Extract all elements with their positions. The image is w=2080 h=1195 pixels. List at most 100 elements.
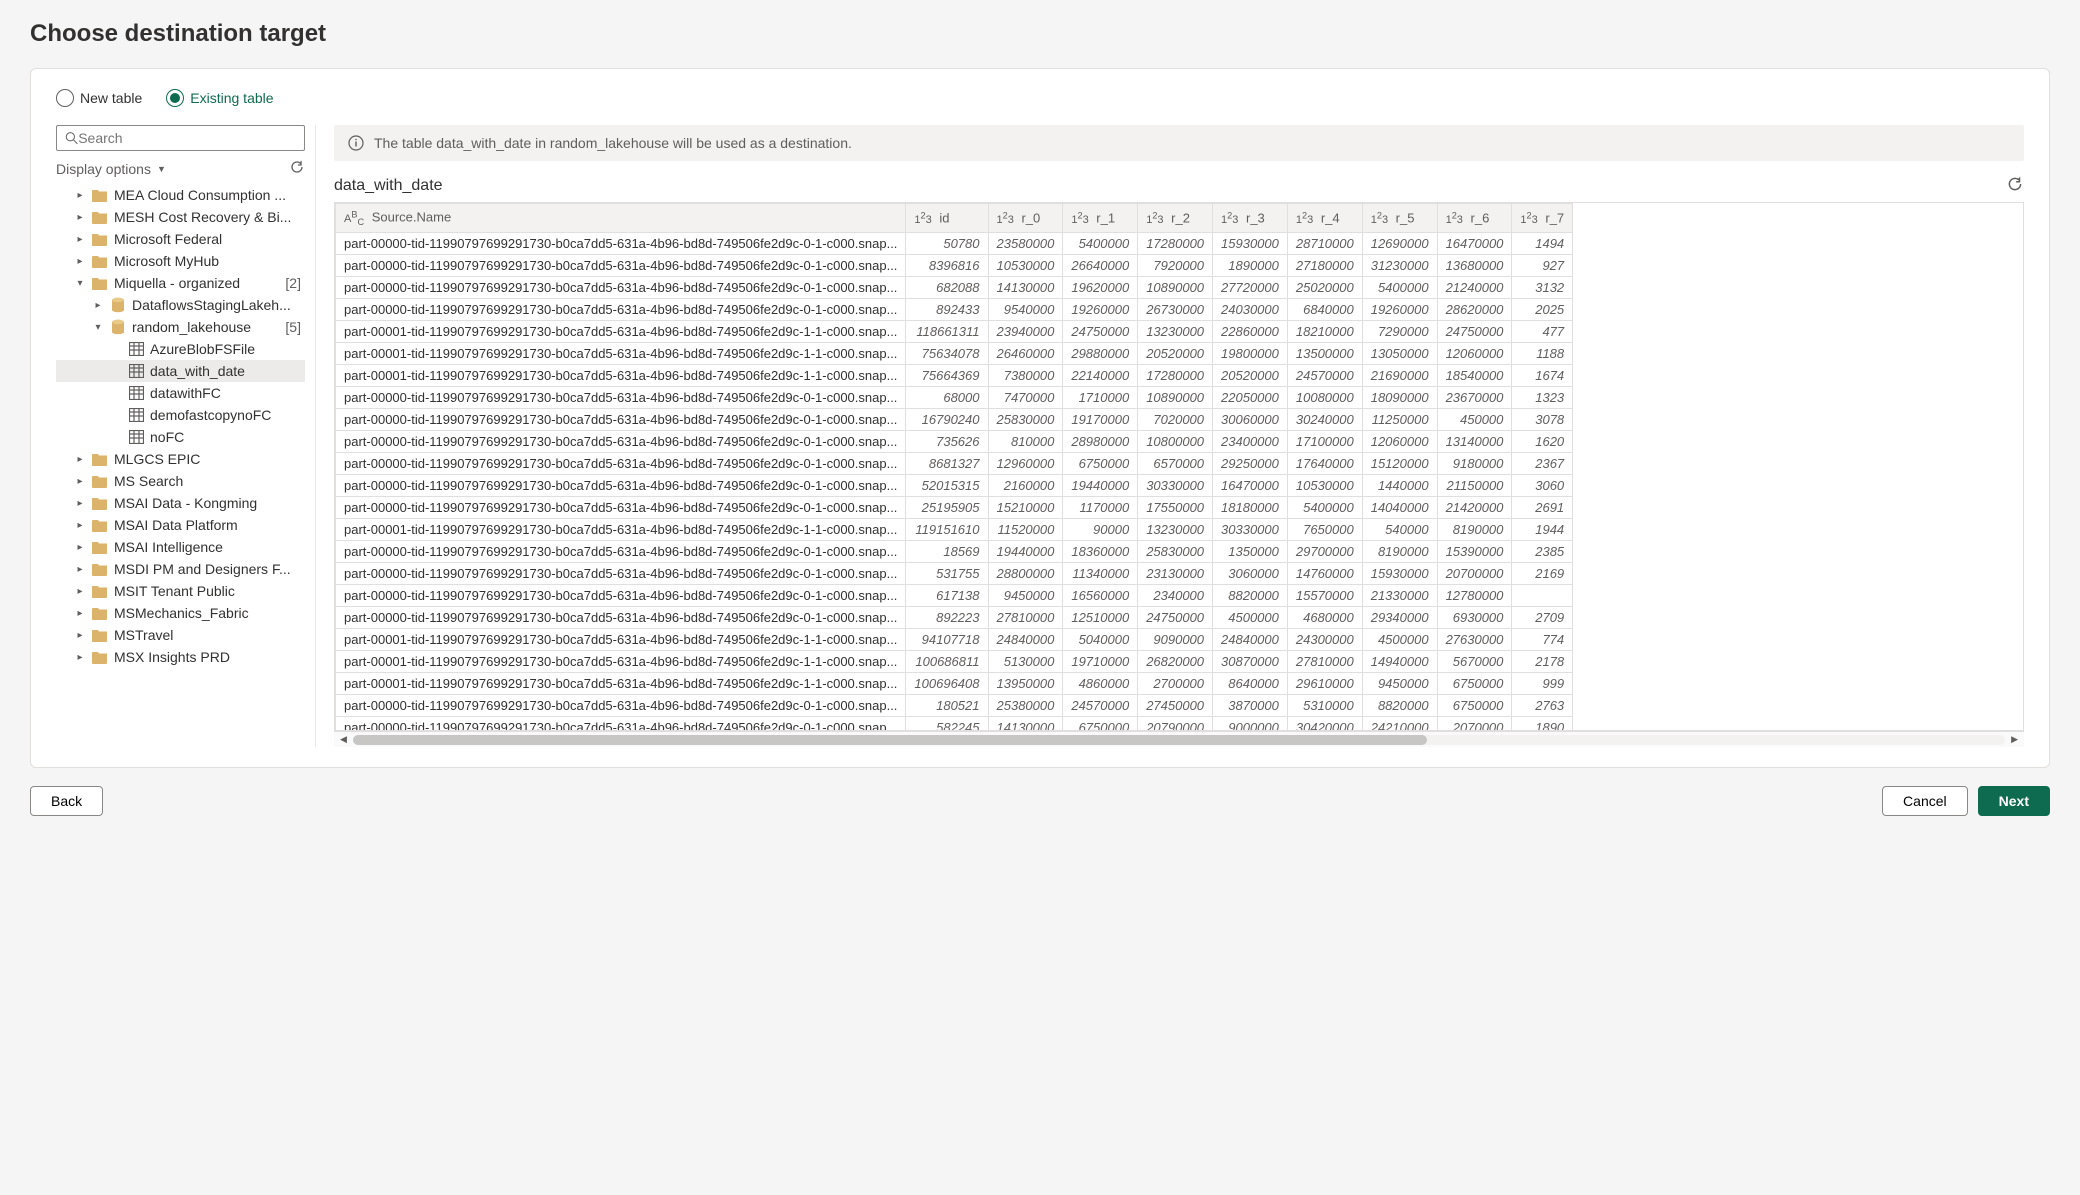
column-header-id[interactable]: 123 id: [906, 204, 988, 233]
table-row[interactable]: part-00000-tid-11990797699291730-b0ca7dd…: [336, 430, 1573, 452]
table-row[interactable]: part-00000-tid-11990797699291730-b0ca7dd…: [336, 496, 1573, 518]
tree-item-msai-intelligence[interactable]: ▸ MSAI Intelligence: [56, 536, 305, 558]
table-cell: 6750000: [1063, 452, 1138, 474]
tree-item-datawithfc[interactable]: datawithFC: [56, 382, 305, 404]
tree-item-azureblobfsfile[interactable]: AzureBlobFSFile: [56, 338, 305, 360]
table-row[interactable]: part-00000-tid-11990797699291730-b0ca7dd…: [336, 540, 1573, 562]
tree-item-demofastcopynofc[interactable]: demofastcopynoFC: [56, 404, 305, 426]
table-cell: 1710000: [1063, 386, 1138, 408]
number-type-icon: 123: [1520, 214, 1537, 226]
tree-refresh-button[interactable]: [289, 159, 305, 178]
table-row[interactable]: part-00000-tid-11990797699291730-b0ca7dd…: [336, 232, 1573, 254]
cancel-button[interactable]: Cancel: [1882, 786, 1968, 816]
tree-item-mesh-cost-recovery-bi[interactable]: ▸MESH Cost Recovery & Bi...: [56, 206, 305, 228]
scrollbar-thumb[interactable]: [353, 735, 1427, 745]
caret-down-icon[interactable]: ▾: [74, 278, 86, 289]
table-row[interactable]: part-00001-tid-11990797699291730-b0ca7dd…: [336, 364, 1573, 386]
tree-item-mlgcs-epic[interactable]: ▸MLGCS EPIC: [56, 448, 305, 470]
table-row[interactable]: part-00001-tid-11990797699291730-b0ca7dd…: [336, 320, 1573, 342]
table-row[interactable]: part-00001-tid-11990797699291730-b0ca7dd…: [336, 628, 1573, 650]
column-header-r-3[interactable]: 123 r_3: [1213, 204, 1288, 233]
table-row[interactable]: part-00000-tid-11990797699291730-b0ca7dd…: [336, 716, 1573, 731]
table-row[interactable]: part-00000-tid-11990797699291730-b0ca7dd…: [336, 276, 1573, 298]
caret-right-icon[interactable]: ▸: [74, 498, 86, 509]
display-options-dropdown[interactable]: Display options ▼: [56, 161, 166, 177]
caret-right-icon[interactable]: ▸: [74, 212, 86, 223]
info-icon: [348, 135, 364, 151]
column-header-r-5[interactable]: 123 r_5: [1362, 204, 1437, 233]
data-table-container[interactable]: ABC Source.Name123 id123 r_0123 r_1123 r…: [334, 202, 2024, 731]
tree-item-msx-insights-prd[interactable]: ▸MSX Insights PRD: [56, 646, 305, 668]
table-row[interactable]: part-00000-tid-11990797699291730-b0ca7dd…: [336, 452, 1573, 474]
caret-right-icon[interactable]: ▸: [74, 190, 86, 201]
table-row[interactable]: part-00000-tid-11990797699291730-b0ca7dd…: [336, 584, 1573, 606]
table-row[interactable]: part-00000-tid-11990797699291730-b0ca7dd…: [336, 408, 1573, 430]
column-header-r-6[interactable]: 123 r_6: [1437, 204, 1512, 233]
table-row[interactable]: part-00000-tid-11990797699291730-b0ca7dd…: [336, 606, 1573, 628]
tree-item-msai-data-kongming[interactable]: ▸MSAI Data - Kongming: [56, 492, 305, 514]
horizontal-scrollbar[interactable]: ◀ ▶: [334, 731, 2024, 747]
scroll-right-icon[interactable]: ▶: [2011, 734, 2018, 745]
table-row[interactable]: part-00000-tid-11990797699291730-b0ca7dd…: [336, 386, 1573, 408]
tree-item-label: MSAI Intelligence: [114, 539, 305, 555]
tree-item-miquella-organized[interactable]: ▾Miquella - organized[2]: [56, 272, 305, 294]
table-cell: 15570000: [1287, 584, 1362, 606]
table-row[interactable]: part-00000-tid-11990797699291730-b0ca7dd…: [336, 254, 1573, 276]
tree-item-nofc[interactable]: noFC: [56, 426, 305, 448]
column-header-r-1[interactable]: 123 r_1: [1063, 204, 1138, 233]
table-row[interactable]: part-00000-tid-11990797699291730-b0ca7dd…: [336, 298, 1573, 320]
caret-right-icon[interactable]: ▸: [74, 608, 86, 619]
tree-item-mstravel[interactable]: ▸MSTravel: [56, 624, 305, 646]
tree-item-random-lakehouse[interactable]: ▾random_lakehouse[5]: [56, 316, 305, 338]
caret-right-icon[interactable]: ▸: [74, 256, 86, 267]
caret-right-icon[interactable]: ▸: [74, 520, 86, 531]
table-row[interactable]: part-00000-tid-11990797699291730-b0ca7dd…: [336, 694, 1573, 716]
search-input[interactable]: [78, 130, 296, 146]
tree-item-msai-data-platform[interactable]: ▸MSAI Data Platform: [56, 514, 305, 536]
next-button[interactable]: Next: [1978, 786, 2050, 816]
back-button[interactable]: Back: [30, 786, 103, 816]
column-header-r-7[interactable]: 123 r_7: [1512, 204, 1573, 233]
scrollbar-track[interactable]: [353, 735, 2005, 745]
caret-right-icon[interactable]: ▸: [74, 476, 86, 487]
table-refresh-button[interactable]: [2006, 175, 2024, 196]
column-header-r-4[interactable]: 123 r_4: [1287, 204, 1362, 233]
tree-item-dataflowsstaginglakeh[interactable]: ▸DataflowsStagingLakeh...: [56, 294, 305, 316]
column-header-r-2[interactable]: 123 r_2: [1138, 204, 1213, 233]
tree-item-microsoft-federal[interactable]: ▸Microsoft Federal: [56, 228, 305, 250]
table-row[interactable]: part-00001-tid-11990797699291730-b0ca7dd…: [336, 650, 1573, 672]
table-cell: 75664369: [906, 364, 988, 386]
table-row[interactable]: part-00000-tid-11990797699291730-b0ca7dd…: [336, 562, 1573, 584]
tree-item-msdi-pm-and-designers-f[interactable]: ▸MSDI PM and Designers F...: [56, 558, 305, 580]
caret-right-icon[interactable]: ▸: [74, 542, 86, 553]
table-row[interactable]: part-00001-tid-11990797699291730-b0ca7dd…: [336, 342, 1573, 364]
table-row[interactable]: part-00001-tid-11990797699291730-b0ca7dd…: [336, 672, 1573, 694]
caret-right-icon[interactable]: ▸: [92, 300, 104, 311]
caret-right-icon[interactable]: ▸: [74, 564, 86, 575]
caret-right-icon[interactable]: ▸: [74, 454, 86, 465]
caret-right-icon[interactable]: ▸: [74, 586, 86, 597]
table-cell: 13230000: [1138, 518, 1213, 540]
table-cell: 15210000: [988, 496, 1063, 518]
search-box[interactable]: [56, 125, 305, 151]
caret-down-icon[interactable]: ▾: [92, 322, 104, 333]
caret-right-icon[interactable]: ▸: [74, 630, 86, 641]
tree-item-ms-search[interactable]: ▸MS Search: [56, 470, 305, 492]
tree-item-msit-tenant-public[interactable]: ▸MSIT Tenant Public: [56, 580, 305, 602]
tree-item-msmechanics-fabric[interactable]: ▸MSMechanics_Fabric: [56, 602, 305, 624]
new-table-radio[interactable]: New table: [56, 89, 142, 107]
scroll-left-icon[interactable]: ◀: [340, 734, 347, 745]
tree-item-mea-cloud-consumption[interactable]: ▸MEA Cloud Consumption ...: [56, 184, 305, 206]
caret-right-icon[interactable]: ▸: [74, 234, 86, 245]
column-header-source-name[interactable]: ABC Source.Name: [336, 204, 906, 233]
table-cell: 16790240: [906, 408, 988, 430]
caret-right-icon[interactable]: ▸: [74, 652, 86, 663]
table-row[interactable]: part-00001-tid-11990797699291730-b0ca7dd…: [336, 518, 1573, 540]
table-row[interactable]: part-00000-tid-11990797699291730-b0ca7dd…: [336, 474, 1573, 496]
tree-item-data-with-date[interactable]: data_with_date: [56, 360, 305, 382]
tree-item-microsoft-myhub[interactable]: ▸Microsoft MyHub: [56, 250, 305, 272]
column-header-r-0[interactable]: 123 r_0: [988, 204, 1063, 233]
existing-table-radio[interactable]: Existing table: [166, 89, 273, 107]
navigator-tree[interactable]: ▸MEA Cloud Consumption ...▸MESH Cost Rec…: [56, 184, 305, 747]
table-cell: 30240000: [1287, 408, 1362, 430]
